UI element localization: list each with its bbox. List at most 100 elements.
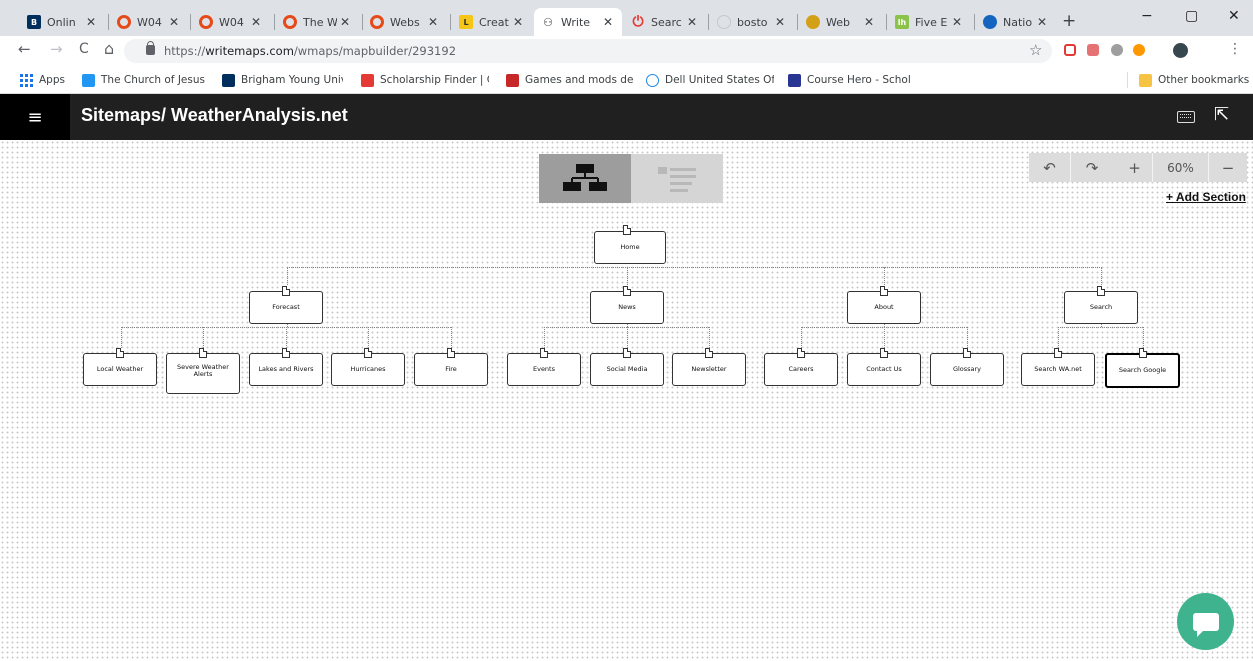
lh-icon: lh (895, 15, 909, 29)
noaa-icon (983, 15, 997, 29)
keyboard-icon[interactable] (1177, 111, 1195, 123)
forward-button[interactable]: → (50, 40, 63, 58)
bookmark-other[interactable]: Other bookmarks (1139, 72, 1249, 88)
bookmark-apps[interactable]: Apps (20, 72, 65, 88)
back-button[interactable]: ← (18, 40, 31, 58)
app-header: ≡ Sitemaps/ WeatherAnalysis.net ⇱ (0, 94, 1253, 140)
close-icon[interactable]: ✕ (1034, 15, 1050, 29)
sitemap-icon: ⚇ (543, 15, 553, 29)
node-home[interactable]: Home (594, 231, 666, 264)
page-icon (880, 348, 888, 358)
bookmark-church[interactable]: The Church of Jesus C (82, 72, 207, 88)
bookmark-scholarship[interactable]: Scholarship Finder | C (361, 72, 489, 88)
tab-online[interactable]: B Onlin ✕ (20, 8, 105, 36)
tab-boston[interactable]: bosto ✕ (710, 8, 794, 36)
bookmark-label: Other bookmarks (1158, 74, 1250, 86)
close-icon[interactable]: ✕ (425, 15, 441, 29)
zoom-level: 60% (1167, 160, 1194, 175)
home-button[interactable]: ⌂ (104, 39, 114, 58)
bookmark-byu[interactable]: Brigham Young Unive (222, 72, 343, 88)
close-window-button[interactable]: ✕ (1228, 8, 1240, 24)
tab-title: Creat (479, 15, 509, 29)
page-icon (282, 348, 290, 358)
sitemap-canvas[interactable]: ↶ ↷ + 60% − + Add Section Home Forecast … (0, 140, 1253, 661)
close-icon[interactable]: ✕ (772, 15, 788, 29)
extension-icon[interactable] (1111, 44, 1123, 56)
tab-write-active[interactable]: ⚇ Write ✕ (534, 8, 622, 36)
tab-title: W04 S (219, 15, 248, 29)
connector (451, 327, 452, 350)
new-tab-button[interactable]: + (1062, 11, 1076, 31)
avatar[interactable] (1173, 43, 1188, 58)
folder-icon (1139, 73, 1152, 87)
tab-separator (450, 14, 451, 30)
star-icon[interactable]: ☆ (1029, 41, 1042, 59)
browser-menu-button[interactable]: ⋮ (1228, 41, 1242, 57)
bookmark-games[interactable]: Games and mods dev (506, 72, 633, 88)
tab-title: Webs (390, 15, 420, 29)
close-icon[interactable]: ✕ (861, 15, 877, 29)
bookmark-dell[interactable]: Dell United States Off (646, 72, 774, 88)
power-icon: ⏻ (632, 14, 644, 30)
pocket-icon[interactable] (1064, 44, 1076, 56)
connector (967, 327, 968, 350)
add-section-link[interactable]: + Add Section (1166, 190, 1246, 204)
maximize-button[interactable]: ▢ (1185, 8, 1198, 24)
apps-icon (20, 73, 33, 87)
tab-natio[interactable]: Natio ✕ (976, 8, 1056, 36)
tab-separator (797, 14, 798, 30)
lifesaver-icon (283, 15, 297, 29)
page-icon (364, 348, 372, 358)
page-icon (447, 348, 455, 358)
tab-webs[interactable]: Webs ✕ (363, 8, 447, 36)
view-toggle (539, 154, 723, 203)
close-icon[interactable]: ✕ (248, 15, 264, 29)
tab-title: Web (826, 15, 850, 29)
redo-button[interactable]: ↷ (1071, 153, 1113, 182)
page-icon (623, 286, 631, 296)
bookmark-coursehero[interactable]: Course Hero - Schola (788, 72, 910, 88)
tab-search[interactable]: ⏻ Searc ✕ (624, 8, 706, 36)
pdf-icon[interactable] (1087, 44, 1099, 56)
url-text: https://writemaps.com/wmaps/mapbuilder/2… (164, 44, 456, 58)
page-icon (116, 348, 124, 358)
minimize-button[interactable]: − (1141, 8, 1153, 24)
close-icon[interactable]: ✕ (600, 15, 616, 29)
bookmarks-bar: Apps The Church of Jesus C Brigham Young… (0, 66, 1253, 94)
close-icon[interactable]: ✕ (949, 15, 965, 29)
close-icon[interactable]: ✕ (510, 15, 526, 29)
tree-view-button[interactable] (539, 154, 631, 203)
tab-five[interactable]: lh Five E ✕ (888, 8, 971, 36)
close-icon[interactable]: ✕ (166, 15, 182, 29)
connector (1058, 327, 1059, 350)
hamburger-menu-button[interactable]: ≡ (0, 94, 70, 140)
address-bar[interactable]: https://writemaps.com/wmaps/mapbuilder/2… (124, 39, 1052, 63)
tab-title: Write (561, 15, 591, 29)
page-icon (540, 348, 548, 358)
lifesaver-icon (117, 15, 131, 29)
close-icon[interactable]: ✕ (83, 15, 99, 29)
tab-separator (274, 14, 275, 30)
list-view-button[interactable] (631, 154, 723, 203)
tab-creat[interactable]: L Creat ✕ (452, 8, 532, 36)
tab-the-w[interactable]: The W ✕ (276, 8, 359, 36)
node-severe-weather-alerts[interactable]: Severe Weather Alerts (166, 353, 240, 394)
tab-w04-1[interactable]: W04 S ✕ (110, 8, 188, 36)
share-icon[interactable]: ⇱ (1214, 104, 1229, 125)
tab-title: Five E (915, 15, 948, 29)
tab-web[interactable]: Web ✕ (799, 8, 883, 36)
page-icon (880, 286, 888, 296)
honey-icon[interactable] (1133, 44, 1145, 56)
chat-button[interactable] (1177, 593, 1234, 650)
chat-icon (1192, 612, 1219, 637)
connector (801, 327, 802, 350)
close-icon[interactable]: ✕ (684, 15, 700, 29)
reload-button[interactable]: C (79, 41, 89, 57)
zoom-out-button[interactable]: − (1209, 153, 1247, 182)
undo-button[interactable]: ↶ (1029, 153, 1070, 182)
zoom-in-button[interactable]: + (1117, 153, 1152, 182)
tab-title: Onlin (47, 15, 76, 29)
node-search-google[interactable]: Search Google (1105, 353, 1180, 388)
close-icon[interactable]: ✕ (337, 15, 353, 29)
tab-w04-2[interactable]: W04 S ✕ (192, 8, 270, 36)
